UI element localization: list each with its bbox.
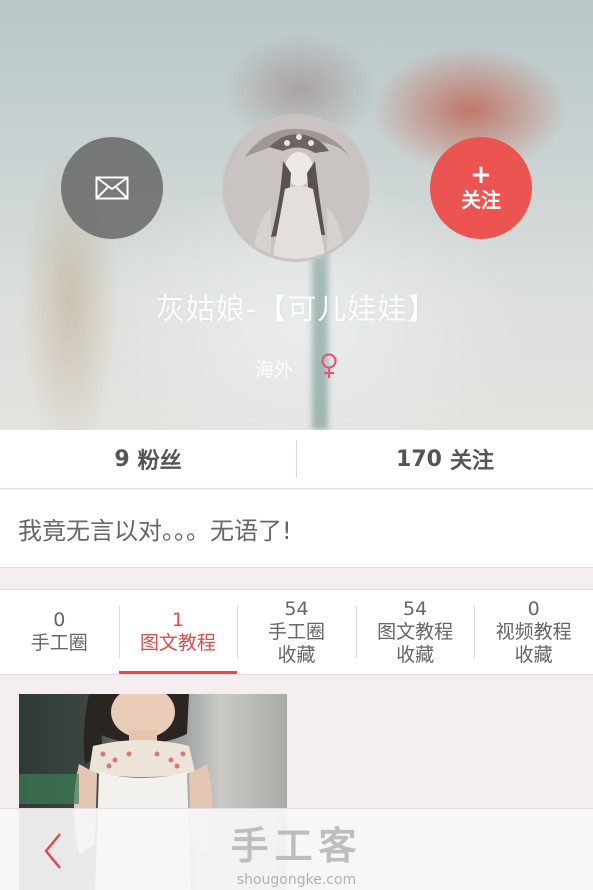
tab-label: 手工圈 <box>267 620 325 643</box>
plus-icon: + <box>470 160 492 190</box>
tab-tutorial-favorites[interactable]: 54 图文教程 收藏 <box>355 590 475 674</box>
following-label: 关注 <box>449 449 494 474</box>
bio-text: 我竟无言以对。。。无语了! <box>0 490 593 568</box>
fans-stat[interactable]: 9 粉丝 <box>0 430 296 488</box>
content-tabs: 0 手工圈 1 图文教程 54 手工圈 收藏 54 图文教程 收藏 0 视频教程… <box>0 589 593 675</box>
avatar-illustration <box>225 117 367 259</box>
stats-bar: 9 粉丝 170 关注 <box>0 430 593 489</box>
watermark-url: shougongke.com <box>236 872 357 888</box>
tab-label: 手工圈 <box>30 632 88 654</box>
follow-label: 关注 <box>461 188 501 212</box>
tab-count: 54 <box>402 597 428 620</box>
location-row: 海外 <box>0 353 593 383</box>
tab-handcraft-circle[interactable]: 0 手工圈 <box>0 590 119 674</box>
watermark-title: 手工客 <box>230 824 363 868</box>
location-label: 海外 <box>254 358 293 381</box>
tab-count: 0 <box>53 609 66 631</box>
tab-tutorials[interactable]: 1 图文教程 <box>118 590 238 674</box>
tab-label: 视频教程 <box>495 620 572 643</box>
female-symbol-icon <box>320 353 338 383</box>
message-button[interactable] <box>61 137 163 239</box>
tab-handcraft-circle-favorites[interactable]: 54 手工圈 收藏 <box>237 590 356 674</box>
username: 灰姑娘-【可儿娃娃】 <box>155 292 438 326</box>
following-count: 170 <box>396 446 442 472</box>
tab-label-second-line: 收藏 <box>514 643 553 666</box>
tab-label: 图文教程 <box>139 632 216 654</box>
following-stat[interactable]: 170 关注 <box>297 430 593 488</box>
watermark: 手工客 shougongke.com <box>0 815 593 888</box>
tab-video-favorites[interactable]: 0 视频教程 收藏 <box>474 590 593 674</box>
bottom-navigation-bar: 手工客 shougongke.com <box>0 808 593 890</box>
tab-count: 1 <box>171 609 184 631</box>
tab-label: 图文教程 <box>377 620 454 643</box>
tab-count: 0 <box>527 597 540 620</box>
fans-count: 9 <box>114 446 130 472</box>
tab-label-second-line: 收藏 <box>396 643 435 666</box>
follow-button[interactable]: + 关注 <box>430 137 532 239</box>
tab-label-second-line: 收藏 <box>277 643 316 666</box>
avatar[interactable] <box>222 114 370 262</box>
envelope-icon <box>95 176 129 200</box>
profile-header: + 关注 灰姑娘-【可儿娃娃】 海外 <box>0 0 593 430</box>
fans-label: 粉丝 <box>137 449 182 474</box>
tab-count: 54 <box>284 597 309 620</box>
